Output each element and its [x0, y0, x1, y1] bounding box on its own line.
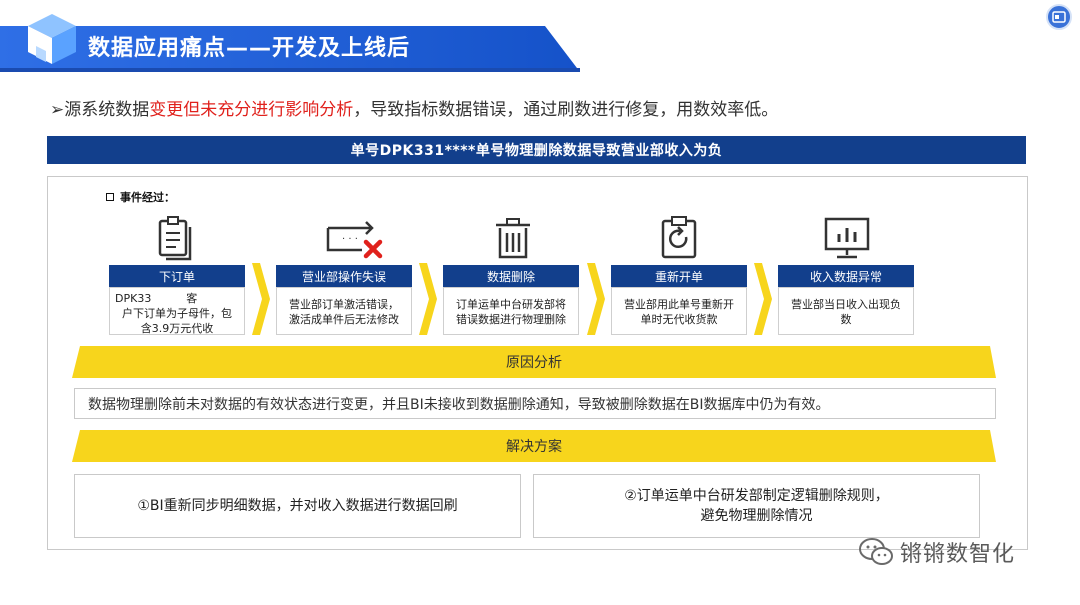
- page-title: 数据应用痛点——开发及上线后: [88, 36, 411, 61]
- event-label: 事件经过：: [106, 189, 175, 205]
- solution-item-2: ②订单运单中台研发部制定逻辑删除规则， 避免物理删除情况: [533, 474, 980, 538]
- step-4-body: 营业部用此单号重新开 单时无代收货款: [611, 287, 747, 335]
- headline-suffix: ，导致指标数据错误，通过刷数进行修复，用数效率低。: [353, 100, 779, 120]
- headline-prefix: ➢源系统数据: [50, 100, 150, 120]
- refresh-clipboard-icon: [661, 216, 697, 259]
- cause-title: 原因分析: [506, 355, 562, 371]
- chevron-right-icon: [419, 263, 437, 335]
- event-label-text: 事件经过：: [120, 191, 175, 204]
- watermark-text: 锵锵数智化: [900, 542, 1016, 567]
- step-3-body: 订单运单中台研发部将 错误数据进行物理删除: [443, 287, 579, 335]
- step-4-line-2: 单时无代收货款: [640, 313, 718, 326]
- step-3-header: 数据删除: [443, 265, 579, 287]
- step-1-line-2: 户下订单为子母件，包: [122, 307, 232, 320]
- step-4-line-1: 营业部用此单号重新开: [624, 298, 734, 311]
- cause-text: 数据物理删除前未对数据的有效状态进行变更，并且BI未接收到数据删除通知，导致被删…: [74, 388, 996, 419]
- checkbox-square-icon: [106, 193, 114, 201]
- chevron-right-icon: [252, 263, 270, 335]
- step-1-line-3: 含3.9万元代收: [140, 322, 214, 335]
- incident-title-bar: 单号DPK331****单号物理删除数据导致营业部收入为负: [47, 136, 1026, 164]
- monitor-chart-icon: [824, 217, 870, 259]
- svg-text:· · ·: · · ·: [342, 234, 358, 245]
- solution-item-2-line-1: ②订单运单中台研发部制定逻辑删除规则，: [624, 488, 889, 504]
- chevron-right-icon: [587, 263, 605, 335]
- trash-icon: [496, 218, 530, 259]
- step-5-line-2: 数: [840, 313, 852, 326]
- error-swap-icon: · · ·: [326, 221, 383, 259]
- step-1-line-1: DPK33 客: [115, 292, 198, 305]
- step-5-header: 收入数据异常: [778, 265, 914, 287]
- step-2-header: 营业部操作失误: [276, 265, 412, 287]
- headline: ➢源系统数据变更但未充分进行影响分析，导致指标数据错误，通过刷数进行修复，用数效…: [50, 95, 778, 120]
- step-5-body: 营业部当日收入出现负 数: [778, 287, 914, 335]
- step-1-body: DPK33 客 户下订单为子母件，包 含3.9万元代收: [109, 287, 245, 335]
- watermark: 锵锵数智化: [858, 536, 1015, 568]
- document-icon: [158, 216, 192, 261]
- window-icon: [1052, 11, 1066, 23]
- headline-highlight: 变更但未充分进行影响分析: [149, 100, 354, 120]
- corner-menu-button[interactable]: [1046, 4, 1072, 30]
- step-2-line-2: 激活成单件后无法修改: [289, 313, 399, 326]
- solution-item-1: ①BI重新同步明细数据，并对收入数据进行数据回刷: [74, 474, 521, 538]
- step-4-header: 重新开单: [611, 265, 747, 287]
- solution-item-2-line-2: 避免物理删除情况: [700, 508, 813, 524]
- step-2-body: 营业部订单激活错误， 激活成单件后无法修改: [276, 287, 412, 335]
- step-3-line-1: 订单运单中台研发部将: [456, 298, 566, 311]
- cube-logo-icon: [28, 14, 76, 64]
- step-3-line-2: 错误数据进行物理删除: [456, 313, 566, 326]
- step-5-line-1: 营业部当日收入出现负: [791, 298, 901, 311]
- solution-title: 解决方案: [506, 439, 562, 455]
- cause-band: 原因分析: [72, 346, 996, 378]
- chevron-right-icon: [754, 263, 772, 335]
- wechat-icon: [859, 538, 893, 565]
- step-2-line-1: 营业部订单激活错误，: [289, 298, 399, 311]
- solution-band: 解决方案: [72, 430, 996, 462]
- step-1-header: 下订单: [109, 265, 245, 287]
